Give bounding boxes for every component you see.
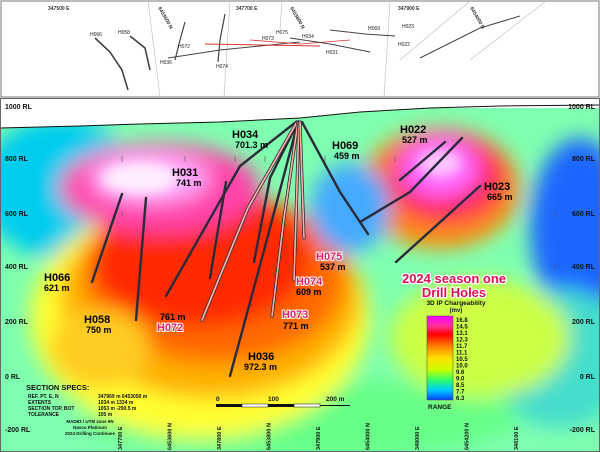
scale-segment: [216, 404, 242, 407]
bottom-axis-label: 348100 E: [514, 426, 520, 450]
hole-depth: 527 m: [402, 135, 428, 145]
scale-segment: [268, 404, 294, 407]
plan-hole-label: H066: [90, 32, 102, 38]
scale-label: 0: [216, 396, 220, 403]
legend-value: 16.8: [456, 318, 468, 324]
hole-label-2024: H073: [282, 309, 308, 321]
specs-key: TOLERANCE: [28, 412, 60, 418]
plan-hole-label: H031: [326, 50, 338, 56]
legend-value: 7.7: [456, 390, 465, 396]
rl-label: 0 RL: [580, 374, 596, 381]
rl-label: 0 RL: [5, 374, 21, 381]
legend-value: 12.3: [456, 338, 468, 344]
rl-label: 1000 RL: [5, 104, 33, 111]
legend-value: 8.5: [456, 383, 465, 389]
rl-label: 200 RL: [572, 319, 596, 326]
bottom-axis-label: 347800 E: [217, 426, 223, 450]
legend-value: 13.1: [456, 331, 468, 337]
hole-depth: 665 m: [487, 192, 513, 202]
hole-depth: 537 m: [320, 262, 346, 272]
hole-depth: 459 m: [334, 151, 360, 161]
hole-depth: 771 m: [283, 321, 309, 331]
specs-value: 105 m: [98, 412, 113, 418]
rl-label: -200 RL: [5, 427, 31, 434]
rl-label: 400 RL: [5, 264, 29, 271]
specs-footer: MAD83 / UTM zone 9N: [66, 419, 113, 424]
grid-label: 347500 E: [48, 6, 70, 12]
plan-hole-label: H023: [402, 24, 414, 30]
hole-depth: 741 m: [176, 178, 202, 188]
scale-segment: [241, 403, 269, 408]
plan-hole-label: H073: [262, 36, 274, 42]
rl-label: 800 RL: [5, 156, 29, 163]
plan-hole-label: H075: [276, 30, 288, 36]
bottom-axis-label: 6453600 N: [168, 423, 174, 450]
legend-unit: (mv): [450, 308, 463, 314]
grid-label: 347700 E: [236, 6, 258, 12]
rl-label: -200 RL: [570, 427, 596, 434]
legend-value: 9.6: [456, 370, 465, 376]
grid-label: 347900 E: [398, 6, 420, 12]
plan-hole-label: H036: [160, 60, 172, 66]
cross-section: 1000 RL 800 RL 600 RL 400 RL 200 RL 0 RL…: [0, 98, 600, 452]
hole-depth: 701.3 m: [235, 140, 268, 150]
plan-view: 347500 E 347700 E 347900 E 6453600 N 645…: [0, 0, 600, 98]
title-line-1: 2024 season one: [402, 271, 506, 286]
specs-footer: 2024 Drilling Continues: [65, 431, 116, 436]
rl-label: 600 RL: [5, 211, 29, 218]
scale-label: 200 m: [326, 396, 345, 403]
legend-value: 10.5: [456, 357, 468, 363]
bottom-axis-label: 348000 E: [415, 426, 421, 450]
bottom-axis-label: 347900 E: [316, 426, 322, 450]
legend-value: 10.0: [456, 364, 468, 370]
bottom-axis-label: 6453800 N: [267, 423, 273, 450]
hole-label-2024: H072: [157, 322, 183, 334]
rl-label: 800 RL: [572, 156, 596, 163]
rl-label: 400 RL: [572, 264, 596, 271]
legend-range-label: RANGE: [428, 404, 452, 411]
hole-depth: 972.3 m: [244, 362, 277, 372]
hole-depth: 609 m: [296, 287, 322, 297]
plan-hole-label: H022: [398, 42, 410, 48]
scale-segment: [293, 403, 321, 408]
legend-value: 11.1: [456, 351, 468, 357]
plan-hole-label: H034: [302, 34, 314, 40]
rl-label: 600 RL: [572, 211, 596, 218]
hole-depth: 761 m: [160, 312, 186, 322]
hole-depth: 750 m: [86, 325, 112, 335]
plan-hole-label: H069: [368, 26, 380, 32]
rl-label: 1000 RL: [568, 104, 596, 111]
bottom-axis-label: 6454000 N: [366, 423, 372, 450]
map-figure: 347500 E 347700 E 347900 E 6453600 N 645…: [0, 0, 600, 452]
legend-value: 11.7: [456, 344, 468, 350]
title-line-2: Drill Holes: [422, 285, 486, 300]
legend-colorbar: [426, 315, 454, 401]
bottom-axis-label: 347700 E: [118, 426, 124, 450]
plan-hole-label: H058: [118, 30, 130, 36]
bottom-axis-label: 6454200 N: [465, 423, 471, 450]
legend-value: 6.3: [456, 396, 465, 402]
legend-value: 14.5: [456, 325, 468, 331]
specs-title: SECTION SPECS:: [26, 383, 89, 392]
plan-hole-label: H074: [216, 64, 228, 70]
rl-label: 200 RL: [5, 319, 29, 326]
specs-footer: Nasco Platinum: [73, 425, 107, 430]
hole-depth: 621 m: [44, 283, 70, 293]
scale-label: 100: [268, 396, 279, 403]
legend-value: 9.0: [456, 377, 465, 383]
plan-hole-label: H072: [178, 44, 190, 50]
legend-title: 3D IP Chargeability: [426, 300, 486, 307]
